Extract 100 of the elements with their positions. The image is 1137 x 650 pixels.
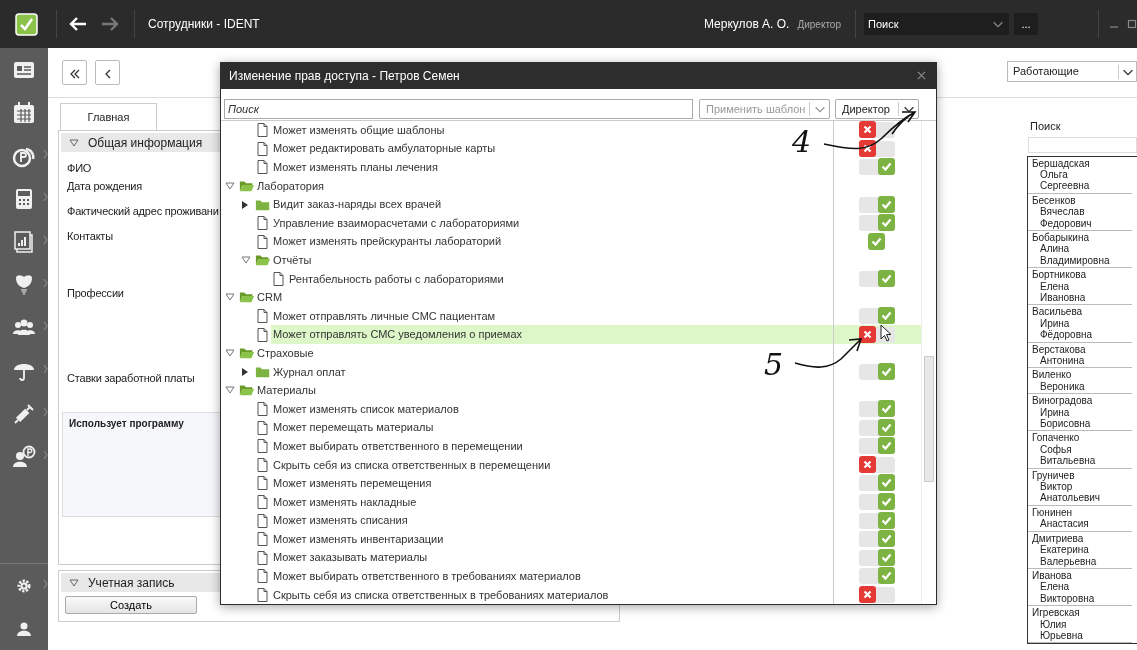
cross-toggle-icon[interactable] <box>859 585 876 603</box>
check-toggle-icon[interactable] <box>878 269 895 287</box>
permission-item[interactable]: Может изменять инвентаризации <box>271 529 446 549</box>
permission-item[interactable]: Журнал оплат <box>271 362 348 382</box>
check-toggle-icon[interactable] <box>878 307 895 325</box>
double-chevron-left-icon[interactable] <box>68 67 81 80</box>
back-arrow-icon[interactable] <box>68 16 88 32</box>
search-field[interactable]: Поиск <box>224 98 693 119</box>
status-filter-select[interactable]: Работающие <box>1007 61 1137 82</box>
chevron-right-icon[interactable] <box>43 149 48 159</box>
search-field[interactable]: Поиск <box>864 13 1009 35</box>
expanded-triangle-icon[interactable] <box>225 349 235 358</box>
collapsed-triangle-icon[interactable] <box>241 366 249 377</box>
syringe-icon[interactable] <box>12 401 36 426</box>
permission-item[interactable]: Рентабельность работы с лабораториями <box>287 269 506 289</box>
calendar-icon[interactable] <box>12 100 36 125</box>
scrollbar[interactable] <box>921 120 936 604</box>
permission-item[interactable]: Может изменять накладные <box>271 492 419 512</box>
expand-triangle-icon[interactable] <box>69 578 79 587</box>
check-toggle-icon[interactable] <box>878 158 895 176</box>
create-button[interactable]: Создать <box>65 596 197 614</box>
close-icon[interactable] <box>917 71 926 81</box>
check-toggle-icon[interactable] <box>878 418 895 436</box>
maximize-icon[interactable] <box>1127 19 1137 29</box>
more-button[interactable]: ... <box>1014 13 1038 35</box>
chevron-right-icon[interactable] <box>43 450 48 460</box>
check-toggle-icon[interactable] <box>878 493 895 510</box>
cross-toggle-icon[interactable] <box>859 455 876 473</box>
bar-chart-icon[interactable] <box>12 229 36 254</box>
employee-list-item[interactable]: Игревская Юлия Юрьевна <box>1028 606 1132 644</box>
permission-item[interactable]: Может изменять общие шаблоны <box>271 120 447 140</box>
employee-list-item[interactable]: Гюнинен Анастасия <box>1028 505 1132 532</box>
permission-item[interactable]: Отчёты <box>271 251 314 270</box>
permission-item[interactable]: Может выбирать ответственного в перемещении <box>271 436 525 456</box>
chevron-right-icon[interactable] <box>43 278 48 288</box>
forward-arrow-icon[interactable] <box>100 16 120 32</box>
role-select[interactable]: Директор <box>835 98 919 119</box>
employee-list-item[interactable]: Иванова Елена Викторовна <box>1028 568 1132 607</box>
permission-item[interactable]: CRM <box>255 288 285 307</box>
permission-item[interactable]: Видит заказ-наряды всех врачей <box>271 195 444 214</box>
check-toggle-icon[interactable] <box>868 233 885 251</box>
scroll-thumb[interactable] <box>924 355 934 482</box>
cross-toggle-icon[interactable] <box>859 121 876 139</box>
document-icon <box>255 140 269 157</box>
employee-list-item[interactable]: Бершадская Ольга Сергеевна <box>1028 156 1132 194</box>
employee-list-item[interactable]: Бортникова Елена Ивановна <box>1028 268 1132 306</box>
expanded-triangle-icon[interactable] <box>225 293 235 302</box>
permission-item[interactable]: Может редактировать амбулаторные карты <box>271 139 498 158</box>
permission-item[interactable]: Страховые <box>255 343 316 363</box>
access-toggle[interactable] <box>833 325 921 344</box>
check-toggle-icon[interactable] <box>878 530 895 548</box>
permission-item[interactable]: Материалы <box>255 381 318 400</box>
permission-item[interactable]: Скрыть себя из списка ответственных в требованиях материалов <box>271 585 611 604</box>
employee-list-item[interactable]: Гопаченко Софья Витальевна <box>1028 431 1132 469</box>
employee-list-item[interactable]: Груничев Виктор Анатольевич <box>1028 468 1132 506</box>
check-toggle-icon[interactable] <box>878 548 895 566</box>
permission-item[interactable]: Может перемещать материалы <box>271 418 436 437</box>
chevron-right-icon[interactable] <box>43 321 48 331</box>
employee-list-item[interactable]: Васильева Ирина Фёдоровна <box>1028 305 1132 343</box>
chevron-right-icon[interactable] <box>43 192 48 202</box>
permission-item[interactable]: Может заказывать материалы <box>271 548 430 568</box>
chevron-right-icon[interactable] <box>43 364 48 374</box>
check-toggle-icon[interactable] <box>878 511 895 529</box>
check-toggle-icon[interactable] <box>878 195 895 213</box>
expanded-triangle-icon[interactable] <box>225 386 235 395</box>
permission-item[interactable]: Может отправлять личные СМС пациентам <box>271 306 498 326</box>
chevron-right-icon[interactable] <box>43 235 48 245</box>
check-toggle-icon[interactable] <box>878 474 895 492</box>
check-toggle-icon[interactable] <box>878 567 895 585</box>
employee-list-item[interactable]: Верстакова Антонина <box>1028 342 1132 369</box>
cross-toggle-icon[interactable] <box>859 325 876 343</box>
employee-list-item[interactable]: Бобарыкина Алина Владимировна <box>1028 230 1132 269</box>
settings-icon[interactable] <box>16 577 32 594</box>
check-toggle-icon[interactable] <box>878 362 895 380</box>
check-toggle-icon[interactable] <box>878 400 895 418</box>
logo-icon[interactable] <box>15 12 38 36</box>
employee-list-item[interactable]: Виноградова Ирина Борисовна <box>1028 394 1132 432</box>
chevron-right-icon[interactable] <box>43 579 48 589</box>
permission-item[interactable]: Может изменять перемещения <box>271 474 434 493</box>
permission-item[interactable]: Скрыть себя из списка ответственных в перемещении <box>271 455 553 475</box>
person-coin-icon[interactable] <box>12 444 36 469</box>
collapsed-triangle-icon[interactable] <box>241 199 249 210</box>
user-icon[interactable] <box>16 620 32 637</box>
permission-item[interactable]: Может отправлять СМС уведомления о приемах <box>271 325 525 344</box>
employee-list-item[interactable]: Виленко Вероника <box>1028 368 1132 395</box>
check-toggle-icon[interactable] <box>878 214 895 232</box>
tab[interactable]: Главная <box>60 103 157 130</box>
permission-item[interactable]: Может выбирать ответственного в требованиях материалов <box>271 567 583 586</box>
permission-item[interactable]: Управление взаиморасчетами с лабораториями <box>271 213 522 233</box>
expand-triangle-icon[interactable] <box>69 138 79 147</box>
expanded-triangle-icon[interactable] <box>225 181 235 190</box>
permission-item[interactable]: Может изменять прейскуранты лабораторий <box>271 232 504 251</box>
chevron-right-icon[interactable] <box>43 407 48 417</box>
employee-list-item[interactable]: Бесенков Вячеслав Федорович <box>1028 193 1132 231</box>
employee-list-item[interactable]: Дмитриева Екатерина Валерьевна <box>1028 531 1132 569</box>
collapse-button[interactable] <box>62 60 87 85</box>
check-toggle-icon[interactable] <box>878 437 895 455</box>
permission-item[interactable]: Лаборатория <box>255 176 326 196</box>
permission-item[interactable]: Может изменять планы лечения <box>271 158 440 177</box>
expanded-triangle-icon[interactable] <box>241 256 251 265</box>
